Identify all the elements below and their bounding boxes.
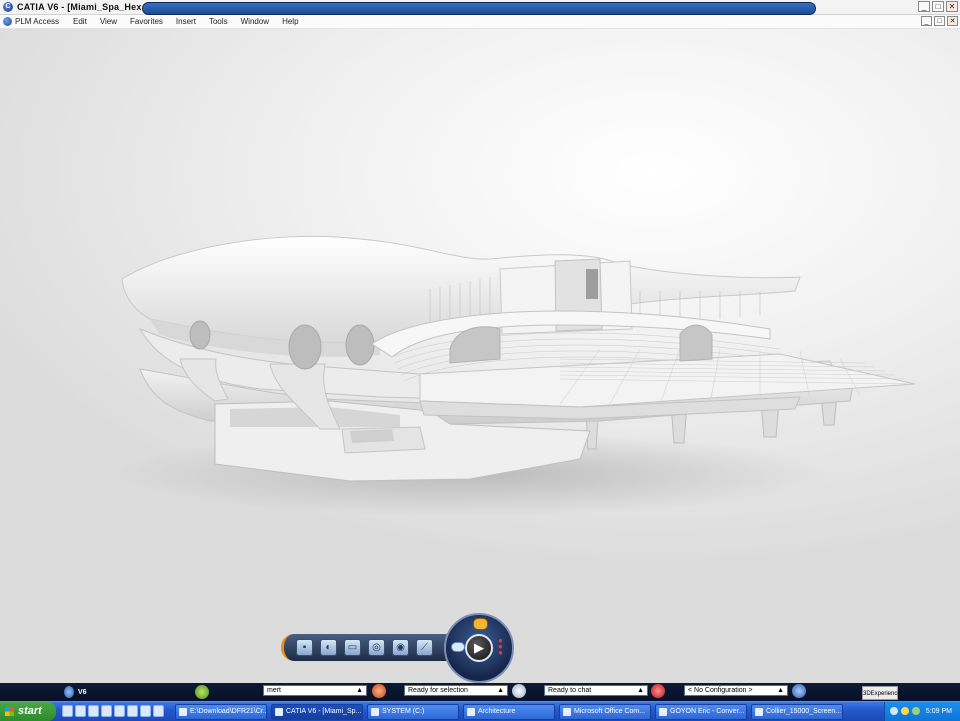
task-architecture[interactable]: Architecture	[463, 704, 555, 720]
start-label: start	[18, 705, 42, 717]
network-icon[interactable]	[890, 707, 898, 715]
catia-menu-icon[interactable]	[3, 17, 12, 26]
architecture-model-render[interactable]	[0, 29, 960, 683]
close-button[interactable]: ✕	[946, 1, 958, 12]
quick-launch	[62, 705, 164, 717]
task-catia-v6[interactable]: CATIA V6 - [Miami_Sp...	[271, 704, 363, 720]
play-icon[interactable]: ▶	[465, 634, 493, 662]
selection-status-field[interactable]: Ready for selection ▲	[404, 685, 508, 696]
task-office[interactable]: Microsoft Office Com...	[559, 704, 651, 720]
v6-logo-icon	[64, 686, 74, 698]
search-orb-icon[interactable]	[195, 685, 209, 699]
search-icon[interactable]	[512, 684, 526, 698]
chat-status: Ready to chat	[548, 687, 592, 694]
menu-plm-access[interactable]: PLM Access	[15, 17, 59, 26]
cloud-icon[interactable]	[451, 642, 465, 652]
3dexperience-badge[interactable]: 3DExperience	[862, 686, 901, 700]
doc-restore-button[interactable]: □	[934, 16, 945, 26]
configuration-icon[interactable]	[792, 684, 806, 698]
configuration-value: < No Configuration >	[688, 687, 753, 694]
menu-tools[interactable]: Tools	[209, 17, 228, 26]
system-tray: 5:09 PM	[884, 702, 960, 721]
dots-icon[interactable]: ● ● ●	[498, 637, 504, 660]
task-command-prompt[interactable]: E:\Download\DFR21\Cr...	[175, 704, 267, 720]
chat-status-field[interactable]: Ready to chat ▲	[544, 685, 648, 696]
chat-icon[interactable]	[651, 684, 665, 698]
selection-status: Ready for selection	[408, 687, 468, 694]
doc-close-button[interactable]: ✕	[947, 16, 958, 26]
menu-insert[interactable]: Insert	[176, 17, 196, 26]
filter-icon[interactable]: ▪	[296, 639, 313, 656]
start-button[interactable]: start	[0, 702, 56, 721]
maximize-button[interactable]: □	[932, 1, 944, 12]
chevron-down-icon[interactable]: ▲	[497, 686, 504, 695]
v6-label: V6	[78, 688, 87, 696]
v6-badge: V6	[64, 686, 87, 698]
doc-minimize-button[interactable]: _	[921, 16, 932, 26]
chevron-down-icon[interactable]: ▲	[777, 686, 784, 695]
menu-help[interactable]: Help	[282, 17, 298, 26]
document-window-controls: _ □ ✕	[921, 16, 958, 26]
command-input[interactable]: mert ▲	[263, 685, 367, 696]
windows-taskbar: start E:\Download\DFR21\Cr... CATIA V6 -…	[0, 701, 960, 721]
configuration-field[interactable]: < No Configuration > ▲	[684, 685, 788, 696]
task-screenshot[interactable]: Collier_15000_Screen...	[751, 704, 843, 720]
outlook-icon[interactable]	[114, 705, 125, 717]
task-system-drive[interactable]: SYSTEM (C:)	[367, 704, 459, 720]
menu-edit[interactable]: Edit	[73, 17, 87, 26]
ie-icon[interactable]	[62, 705, 73, 717]
clock: 5:09 PM	[925, 708, 952, 715]
render-icon[interactable]: ◎	[368, 639, 385, 656]
chevron-down-icon[interactable]: ▲	[356, 686, 363, 695]
menu-favorites[interactable]: Favorites	[130, 17, 163, 26]
explorer-icon[interactable]	[88, 705, 99, 717]
word-icon[interactable]	[127, 705, 138, 717]
people-icon[interactable]	[473, 618, 488, 630]
view-icon[interactable]: ▭	[344, 639, 361, 656]
shading-icon[interactable]: ◐	[320, 639, 337, 656]
status-track	[142, 2, 816, 15]
measure-icon[interactable]: ⟋	[416, 639, 433, 656]
window-controls: _ □ ✕	[918, 1, 958, 12]
task-conversation[interactable]: GOYON Eric - Conver...	[655, 704, 747, 720]
menu-window[interactable]: Window	[241, 17, 269, 26]
camera-icon[interactable]: ◉	[392, 639, 409, 656]
menu-view[interactable]: View	[100, 17, 117, 26]
3d-viewport[interactable]	[0, 29, 960, 683]
windows-flag-icon	[5, 707, 14, 716]
minimize-button[interactable]: _	[918, 1, 930, 12]
media-icon[interactable]	[101, 705, 112, 717]
selection-icon[interactable]	[372, 684, 386, 698]
chevron-down-icon[interactable]: ▲	[637, 686, 644, 695]
desktop-icon[interactable]	[75, 705, 86, 717]
expand-icon[interactable]	[153, 705, 164, 717]
compass-toolbar: ▪ ◐ ▭ ◎ ◉ ⟋	[281, 634, 447, 661]
security-icon[interactable]	[901, 707, 909, 715]
volume-icon[interactable]	[912, 707, 920, 715]
command-value: mert	[267, 687, 281, 694]
catia-app-icon[interactable]: C	[3, 2, 13, 12]
folder-icon[interactable]	[140, 705, 151, 717]
menu-bar: PLM Access Edit View Favorites Insert To…	[0, 15, 960, 29]
compass-robot[interactable]: ▶ ● ● ●	[444, 613, 514, 683]
